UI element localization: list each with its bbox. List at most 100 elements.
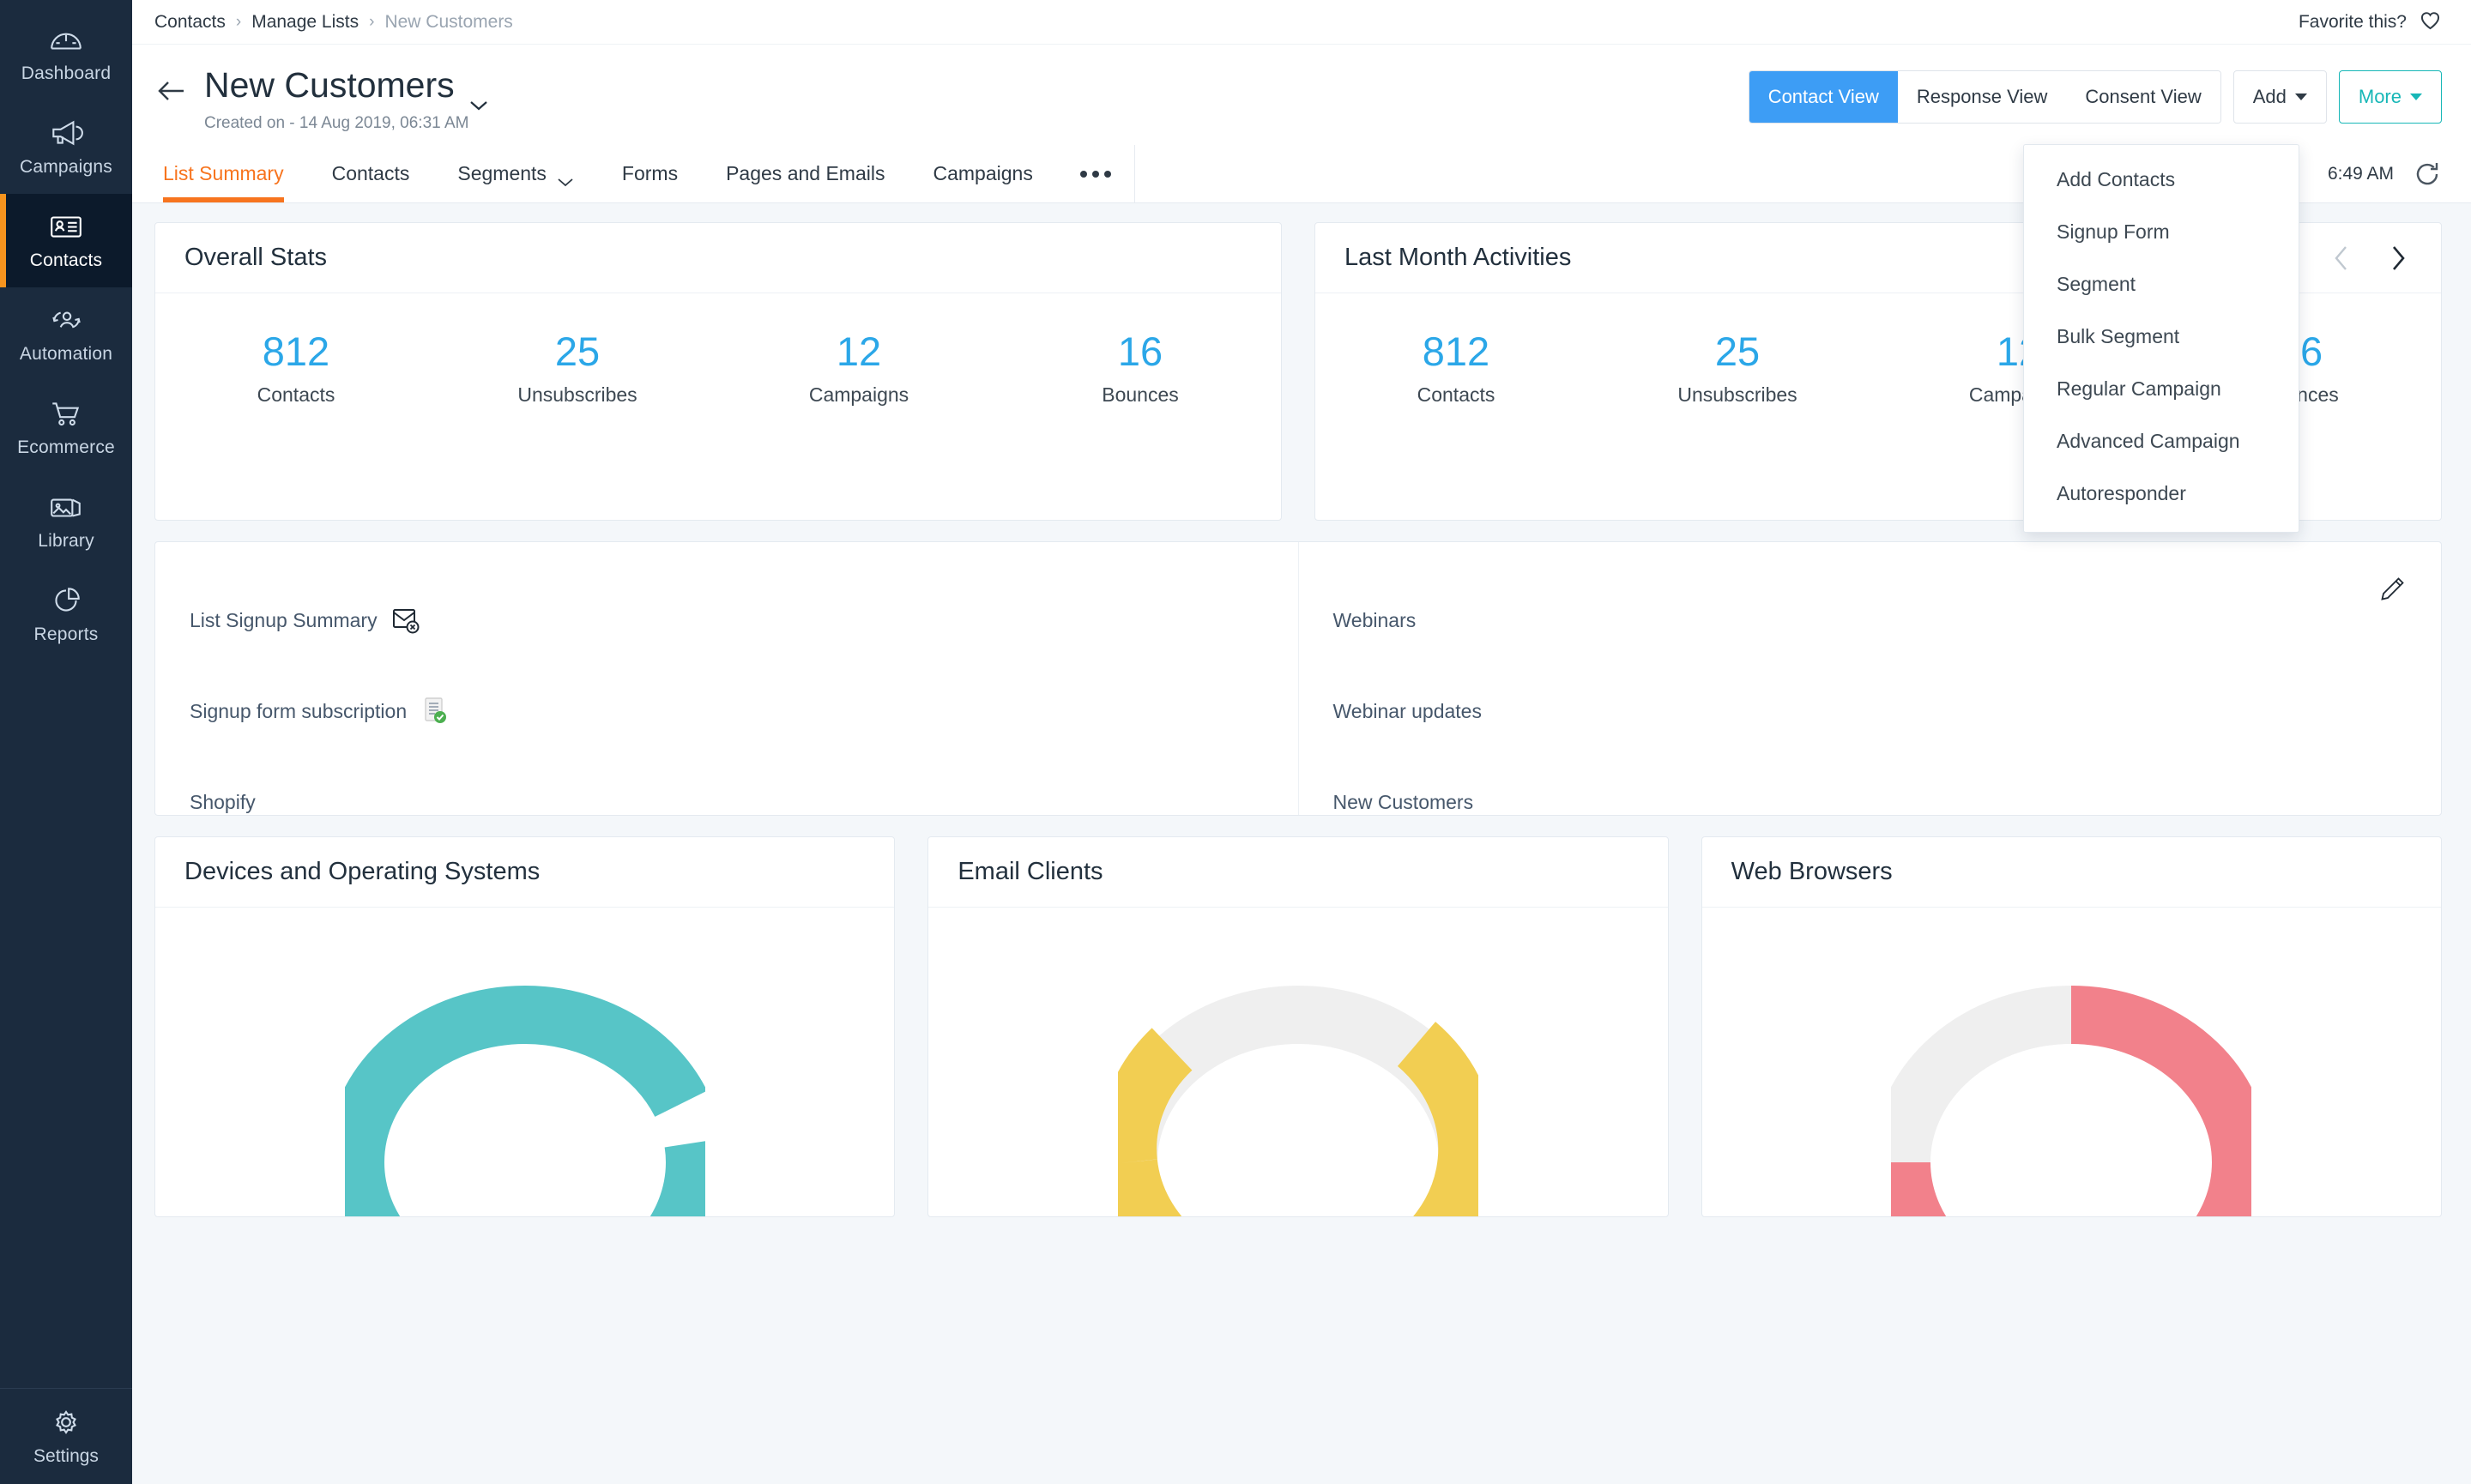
page-title-text: New Customers	[204, 65, 455, 105]
view-switcher: Contact View Response View Consent View	[1748, 70, 2221, 124]
page-title[interactable]: New Customers	[204, 65, 489, 111]
created-on-label: Created on - 14 Aug 2019, 06:31 AM	[204, 114, 469, 133]
tab-consent-view[interactable]: Consent View	[2066, 71, 2220, 123]
stat-label: Unsubscribes	[517, 383, 637, 407]
stat-value: 812	[1422, 329, 1490, 375]
sidebar-item-label: Reports	[33, 624, 99, 644]
list-item[interactable]: Webinar updates	[1333, 666, 2408, 757]
page-title-block: New Customers Created on - 14 Aug 2019, …	[204, 65, 489, 133]
sidebar-item-reports[interactable]: Reports	[0, 568, 132, 661]
chevron-right-icon[interactable]	[2389, 244, 2407, 272]
add-dropdown-menu: Add Contacts Signup Form Segment Bulk Se…	[2023, 144, 2299, 533]
tab-contact-view[interactable]: Contact View	[1749, 71, 1898, 123]
back-arrow-icon[interactable]	[154, 74, 189, 108]
signup-form-subscription-label: Signup form subscription	[190, 699, 408, 722]
sidebar-item-contacts[interactable]: Contacts	[0, 194, 132, 287]
tab-contacts[interactable]: Contacts	[308, 145, 434, 202]
tab-list-summary[interactable]: List Summary	[154, 145, 308, 203]
breadcrumb-item-manage-lists[interactable]: Manage Lists	[251, 12, 359, 33]
sidebar-item-label: Ecommerce	[17, 437, 115, 457]
tab-campaigns[interactable]: Campaigns	[909, 145, 1056, 202]
donut-chart	[1891, 986, 2252, 1217]
signup-summary-panel: List Signup Summary Signup form subscrip…	[154, 541, 2442, 817]
heart-icon[interactable]	[2419, 9, 2442, 36]
tab-label: Forms	[621, 162, 679, 185]
form-approved-icon	[420, 697, 450, 726]
breadcrumb-item-contacts[interactable]: Contacts	[154, 12, 226, 33]
sidebar-item-ecommerce[interactable]: Ecommerce	[0, 381, 132, 474]
donut-segment-known	[1117, 1022, 1478, 1217]
email-clients-donut	[928, 908, 1667, 1217]
card-title: Web Browsers	[1731, 858, 1893, 886]
menu-item-bulk-segment[interactable]: Bulk Segment	[2024, 311, 2299, 363]
stat-contacts: 812 Contacts	[155, 331, 437, 407]
card-title: Last Month Activities	[1344, 244, 1572, 272]
tab-label: Campaigns	[933, 162, 1033, 185]
overall-stats-values: 812 Contacts 25 Unsubscribes 12 Campaign…	[155, 293, 1281, 520]
list-item[interactable]: Shopify	[190, 757, 1264, 848]
pencil-icon[interactable]	[2377, 575, 2407, 604]
sidebar-item-campaigns[interactable]: Campaigns	[0, 100, 132, 194]
stat-label: Bounces	[1102, 383, 1179, 407]
sidebar-item-dashboard[interactable]: Dashboard	[0, 7, 132, 100]
more-button-label: More	[2358, 86, 2402, 107]
menu-item-advanced-campaign[interactable]: Advanced Campaign	[2024, 415, 2299, 468]
page-header-left: New Customers Created on - 14 Aug 2019, …	[154, 60, 489, 133]
card-header: Email Clients	[928, 837, 1668, 908]
chevron-down-icon	[557, 169, 574, 186]
card-title: Email Clients	[958, 858, 1103, 886]
card-pagination	[2333, 244, 2412, 272]
stat-campaigns: 12 Campaigns	[718, 331, 1000, 407]
envelope-blocked-icon	[391, 606, 420, 635]
stat-bounces: 16 Bounces	[1000, 331, 1281, 407]
stat-unsubscribes: 25 Unsubscribes	[437, 331, 718, 407]
sidebar-item-automation[interactable]: Automation	[0, 287, 132, 381]
contact-card-icon	[48, 210, 84, 243]
menu-item-signup-form[interactable]: Signup Form	[2024, 206, 2299, 258]
automation-icon	[48, 304, 84, 336]
tab-bar-right: 6:49 AM	[2328, 145, 2471, 202]
stat-label: Campaigns	[808, 383, 909, 407]
chevron-down-icon[interactable]	[468, 80, 489, 111]
shopify-label: Shopify	[190, 790, 256, 813]
signup-summary-right: Webinars Webinar updates New Customers	[1299, 542, 2442, 815]
devices-os-chart-card: Devices and Operating Systems	[154, 836, 896, 1218]
tab-label: List Summary	[163, 162, 284, 185]
devices-os-donut	[155, 908, 894, 1217]
stat-unsubscribes: 25 Unsubscribes	[1597, 331, 1878, 407]
tab-forms[interactable]: Forms	[598, 145, 702, 202]
tab-response-view[interactable]: Response View	[1897, 71, 2067, 123]
tab-pages-and-emails[interactable]: Pages and Emails	[702, 145, 909, 202]
charts-row: Devices and Operating Systems Email Clie…	[154, 836, 2442, 1218]
sidebar-item-library[interactable]: Library	[0, 474, 132, 568]
more-button[interactable]: More	[2338, 70, 2442, 124]
sidebar-item-settings[interactable]: Settings	[0, 1388, 132, 1484]
tab-segments[interactable]: Segments	[433, 145, 598, 202]
chevron-left-icon[interactable]	[2333, 244, 2350, 272]
favorite-toggle[interactable]: Favorite this?	[2299, 9, 2442, 36]
list-item[interactable]: Webinars	[1333, 575, 2408, 666]
breadcrumb-separator: ›	[235, 12, 242, 31]
list-item[interactable]: Signup form subscription	[190, 666, 1264, 757]
gear-icon	[48, 1406, 84, 1439]
menu-item-segment[interactable]: Segment	[2024, 258, 2299, 311]
stat-label: Contacts	[257, 383, 335, 407]
donut-segment-a	[344, 986, 705, 1217]
webinar-updates-label: Webinar updates	[1332, 699, 1482, 722]
menu-item-regular-campaign[interactable]: Regular Campaign	[2024, 363, 2299, 415]
sidebar-item-list: Dashboard Campaigns Contacts Automation …	[0, 0, 132, 661]
more-tabs-icon[interactable]	[1057, 145, 1135, 203]
gauge-icon	[48, 23, 84, 56]
breadcrumb-separator: ›	[369, 12, 375, 31]
menu-item-add-contacts[interactable]: Add Contacts	[2024, 154, 2299, 206]
donut-chart	[344, 986, 705, 1217]
image-icon	[48, 491, 84, 523]
breadcrumb: Contacts › Manage Lists › New Customers	[154, 12, 513, 33]
megaphone-icon	[48, 117, 84, 149]
menu-item-autoresponder[interactable]: Autoresponder	[2024, 468, 2299, 520]
list-item[interactable]: List Signup Summary	[190, 575, 1264, 666]
list-item[interactable]: New Customers	[1333, 757, 2408, 848]
refresh-icon[interactable]	[2413, 160, 2442, 189]
add-button[interactable]: Add	[2232, 70, 2327, 124]
breadcrumb-item-current: New Customers	[384, 11, 513, 32]
